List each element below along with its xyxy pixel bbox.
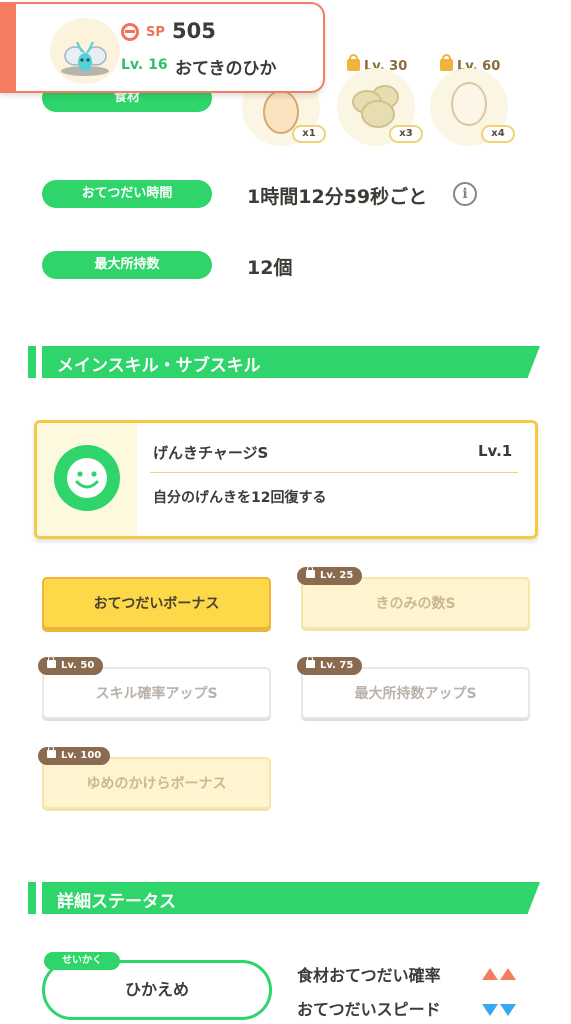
unlock-level: Lv. 100: [61, 750, 102, 761]
section-marker: [28, 346, 36, 378]
lock-icon: [47, 656, 56, 668]
help-time-label: おてつだい時間: [42, 180, 212, 208]
pokemon-level: Lv. 16: [121, 57, 168, 73]
down-arrows-icon: [480, 1001, 516, 1020]
divider: [150, 472, 518, 473]
sub-skill-4-lock: Lv. 75: [297, 656, 363, 675]
nature-tag: せいかく: [44, 952, 120, 970]
nature-effect-label: おてつだいスピード: [297, 1000, 441, 1019]
smile-icon: [54, 445, 120, 511]
sp-value: 505: [172, 19, 216, 43]
unlock-level: Lv. 75: [320, 660, 354, 671]
lock-icon: [306, 566, 315, 578]
lock-icon: [47, 746, 56, 758]
help-time-value: 1時間12分59秒ごと: [247, 186, 428, 208]
main-skill-description: 自分のげんきを12回復する: [153, 490, 327, 506]
sub-skill-5-lock: Lv. 100: [38, 746, 111, 765]
section-title-skills: メインスキル・サブスキル: [57, 356, 261, 376]
lock-icon: [306, 656, 315, 668]
max-carry-value: 12個: [247, 257, 293, 279]
sub-skill-2-lock: Lv. 25: [297, 566, 363, 585]
nature-effect-label: 食材おてつだい確率: [297, 966, 441, 985]
main-skill-level: Lv.1: [478, 442, 513, 460]
avatar: [50, 18, 120, 84]
main-skill-name: げんきチャージS: [153, 444, 269, 462]
up-arrows-icon: [480, 965, 516, 984]
ingredient-qty-3: x4: [481, 125, 515, 143]
ingredient-qty-1: x1: [292, 125, 326, 143]
ingredient-qty-2: x3: [389, 125, 423, 143]
sub-skill-1[interactable]: おてつだいボーナス: [42, 577, 271, 629]
section-title-details: 詳細ステータス: [57, 892, 176, 912]
nature-effect-down: おてつだいスピード: [297, 996, 441, 1020]
section-marker: [28, 882, 36, 914]
nature-effect-up: 食材おてつだい確率: [297, 962, 441, 986]
pokemon-avatar-icon: [61, 41, 109, 76]
info-icon[interactable]: i: [453, 182, 477, 206]
sub-skill-3-lock: Lv. 50: [38, 656, 104, 675]
pokemon-name: おてきのひか: [175, 59, 277, 79]
unlock-level: Lv. 50: [61, 660, 95, 671]
sp-icon: [121, 23, 139, 41]
sp-label: SP: [146, 25, 165, 40]
max-carry-label: 最大所持数: [42, 251, 212, 279]
unlock-level: Lv. 25: [320, 570, 354, 581]
pokemon-header-card[interactable]: [0, 2, 325, 93]
